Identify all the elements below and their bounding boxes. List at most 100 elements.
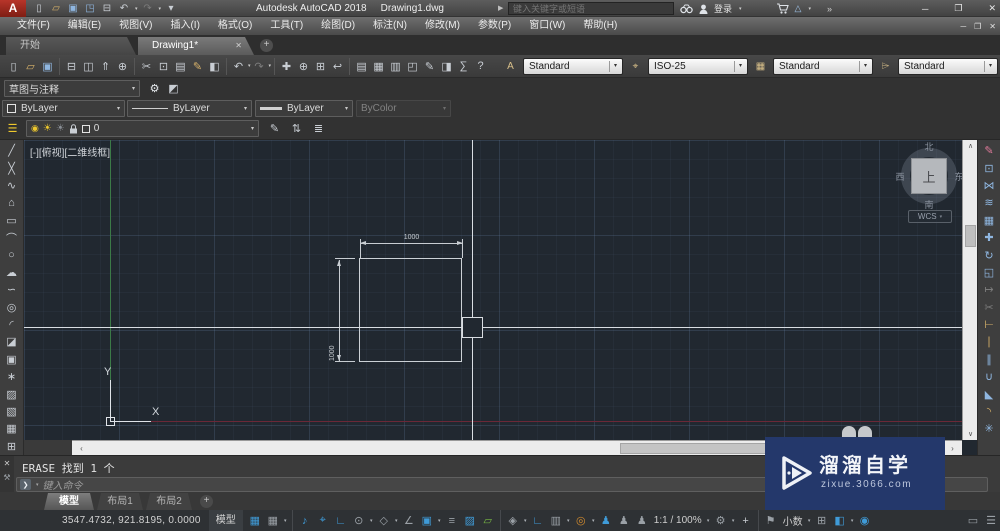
mleader-style-combo[interactable]: Standard ▾ xyxy=(898,58,998,75)
user-icon[interactable] xyxy=(699,4,708,14)
layer-combo[interactable]: ◉ ☀ ☀ 0 ▾ xyxy=(26,120,259,137)
hatch-icon[interactable]: ▨ xyxy=(3,385,21,402)
rectangle-icon[interactable]: ▭ xyxy=(3,212,21,229)
linetype-combo[interactable]: ByLayer ▾ xyxy=(127,100,252,117)
menu-item-4[interactable]: 格式(O) xyxy=(209,17,261,35)
annotation-monitor-icon[interactable]: ⚑ xyxy=(762,510,780,531)
units-value-caret-icon[interactable]: ▾ xyxy=(806,510,813,531)
horizontal-scroll-thumb[interactable] xyxy=(620,443,778,454)
gizmo-caret-icon[interactable]: ▾ xyxy=(590,510,597,531)
layer-vp-freeze-icon[interactable]: ☀ xyxy=(56,123,65,134)
redo-icon[interactable]: ↷ xyxy=(141,2,155,16)
scroll-right-icon[interactable]: › xyxy=(945,444,960,453)
close-button[interactable]: ✕ xyxy=(988,3,996,14)
command-recent-caret-icon[interactable]: ▾ xyxy=(36,482,39,488)
ortho-mode-icon[interactable]: ∟ xyxy=(332,510,350,531)
customization-icon[interactable]: ☰ xyxy=(982,510,1000,531)
menu-item-8[interactable]: 修改(M) xyxy=(416,17,469,35)
viewcube-north-label[interactable]: 北 xyxy=(922,140,936,153)
color-combo[interactable]: ByLayer ▾ xyxy=(2,100,125,117)
sign-in-label[interactable]: 登录 xyxy=(714,2,732,15)
table-icon[interactable]: ⊞ xyxy=(3,438,21,455)
help-icon[interactable]: ? xyxy=(472,57,489,76)
tab-layout2[interactable]: 布局2 xyxy=(146,493,192,510)
sheet-set-manager-icon[interactable]: ◰ xyxy=(404,57,421,76)
text-style-caret-icon[interactable]: ▾ xyxy=(608,61,617,72)
polygon-icon[interactable]: ⌂ xyxy=(3,194,21,211)
save-as-icon[interactable]: ◳ xyxy=(83,2,97,16)
workspace-caret-icon[interactable]: ▾ xyxy=(132,85,135,92)
copy-clip-icon[interactable]: ⊡ xyxy=(155,57,172,76)
workspace-switching-icon[interactable]: ⚙ xyxy=(712,510,730,531)
workspace-settings-gear-icon[interactable]: ⚙ xyxy=(146,80,163,97)
table-style-combo[interactable]: Standard ▾ xyxy=(773,58,873,75)
app-menu-button[interactable]: A xyxy=(0,0,26,17)
app-store-cart-icon[interactable] xyxy=(776,3,789,14)
annotation-scale-icon[interactable]: ♟ xyxy=(633,510,651,531)
search-binoculars-icon[interactable] xyxy=(680,4,693,14)
annotation-autoscale-icon[interactable]: ♟ xyxy=(615,510,633,531)
break-at-point-icon[interactable]: ∣ xyxy=(980,333,998,350)
rotate-icon[interactable]: ↻ xyxy=(980,246,998,263)
annotation-add-scales-icon[interactable]: + xyxy=(737,510,755,531)
redo-icon[interactable]: ↷ xyxy=(251,57,268,76)
customize-qat-icon[interactable]: ▾ xyxy=(164,2,178,16)
drawn-rectangle[interactable] xyxy=(359,258,462,362)
tab-close-icon[interactable]: ✕ xyxy=(235,37,242,55)
join-icon[interactable]: ∪ xyxy=(980,368,998,385)
viewcube-west-label[interactable]: 西 xyxy=(893,170,907,183)
new-tab-button[interactable]: + xyxy=(260,39,273,52)
menu-item-11[interactable]: 帮助(H) xyxy=(574,17,626,35)
dynamic-input-icon[interactable]: ⌖ xyxy=(314,510,332,531)
text-style-combo[interactable]: Standard ▾ xyxy=(523,58,623,75)
tool-palettes-icon[interactable]: ▥ xyxy=(387,57,404,76)
block-editor-icon[interactable]: ◧ xyxy=(206,57,223,76)
layer-states-icon[interactable]: ≣ xyxy=(310,120,327,137)
spline-icon[interactable]: ∽ xyxy=(3,281,21,298)
mleader-style-caret-icon[interactable]: ▾ xyxy=(983,61,992,72)
layer-properties-manager-icon[interactable]: ☰ xyxy=(4,120,21,137)
command-wrench-icon[interactable]: ⚒ xyxy=(3,473,10,482)
tab-drawing1[interactable]: Drawing1* ✕ xyxy=(138,37,254,55)
open-icon[interactable]: ▱ xyxy=(49,2,63,16)
region-icon[interactable]: ▦ xyxy=(3,420,21,437)
coordinates-readout[interactable]: 3547.4732, 921.8195, 0.0000 xyxy=(62,515,201,526)
snap-mode-icon[interactable]: ▦ xyxy=(264,510,282,531)
new-layout-button[interactable]: + xyxy=(200,495,213,508)
dynamic-ucs-icon[interactable]: ∟ xyxy=(529,510,547,531)
plot-icon[interactable]: ⊟ xyxy=(63,57,80,76)
plot-icon[interactable]: ⊟ xyxy=(100,2,114,16)
arc-icon[interactable]: ⌒ xyxy=(3,229,21,246)
render-icon[interactable]: ◨ xyxy=(438,57,455,76)
color-caret-icon[interactable]: ▾ xyxy=(117,105,120,112)
selection-filtering-caret-icon[interactable]: ▾ xyxy=(565,510,572,531)
redo-caret-icon[interactable]: ▾ xyxy=(269,63,272,69)
quick-properties-icon[interactable]: ⊞ xyxy=(813,510,831,531)
ellipse-icon[interactable]: ◎ xyxy=(3,299,21,316)
copy-icon[interactable]: ⊡ xyxy=(980,159,998,176)
drawing-canvas[interactable]: [-][俯视][二维线框] 1000 1000 Y X 上 北 西 东 南 WC… xyxy=(24,140,962,440)
units-value[interactable]: 小数 xyxy=(780,513,806,528)
restore-button[interactable]: ❐ xyxy=(954,3,962,14)
command-close-icon[interactable]: ✕ xyxy=(4,459,11,468)
grid-icon[interactable]: ▦ xyxy=(246,510,264,531)
object-snap-caret-icon[interactable]: ▾ xyxy=(436,510,443,531)
transmit-icon[interactable]: ⊕ xyxy=(114,57,131,76)
menu-item-2[interactable]: 视图(V) xyxy=(110,17,161,35)
3d-object-snap-caret-icon[interactable]: ▾ xyxy=(522,510,529,531)
viewcube-wcs-menu[interactable]: WCS ▾ xyxy=(908,210,952,223)
designcenter-icon[interactable]: ▦ xyxy=(370,57,387,76)
graphics-performance-icon[interactable]: ◧ xyxy=(831,510,849,531)
infocenter-collapse-icon[interactable]: » xyxy=(827,4,832,14)
selection-cycling-icon[interactable]: ▱ xyxy=(479,510,497,531)
lineweight-caret-icon[interactable]: ▾ xyxy=(345,105,348,112)
fillet-icon[interactable]: ◝ xyxy=(980,403,998,420)
make-object-layer-current-icon[interactable]: ✎ xyxy=(266,120,283,137)
linetype-caret-icon[interactable]: ▾ xyxy=(244,105,247,112)
publish-icon[interactable]: ⇑ xyxy=(97,57,114,76)
move-icon[interactable]: ✚ xyxy=(980,229,998,246)
chamfer-icon[interactable]: ◣ xyxy=(980,385,998,402)
layer-thaw-sun-icon[interactable]: ☀ xyxy=(43,123,52,134)
table-style-caret-icon[interactable]: ▾ xyxy=(858,61,867,72)
layer-caret-icon[interactable]: ▾ xyxy=(251,125,254,132)
